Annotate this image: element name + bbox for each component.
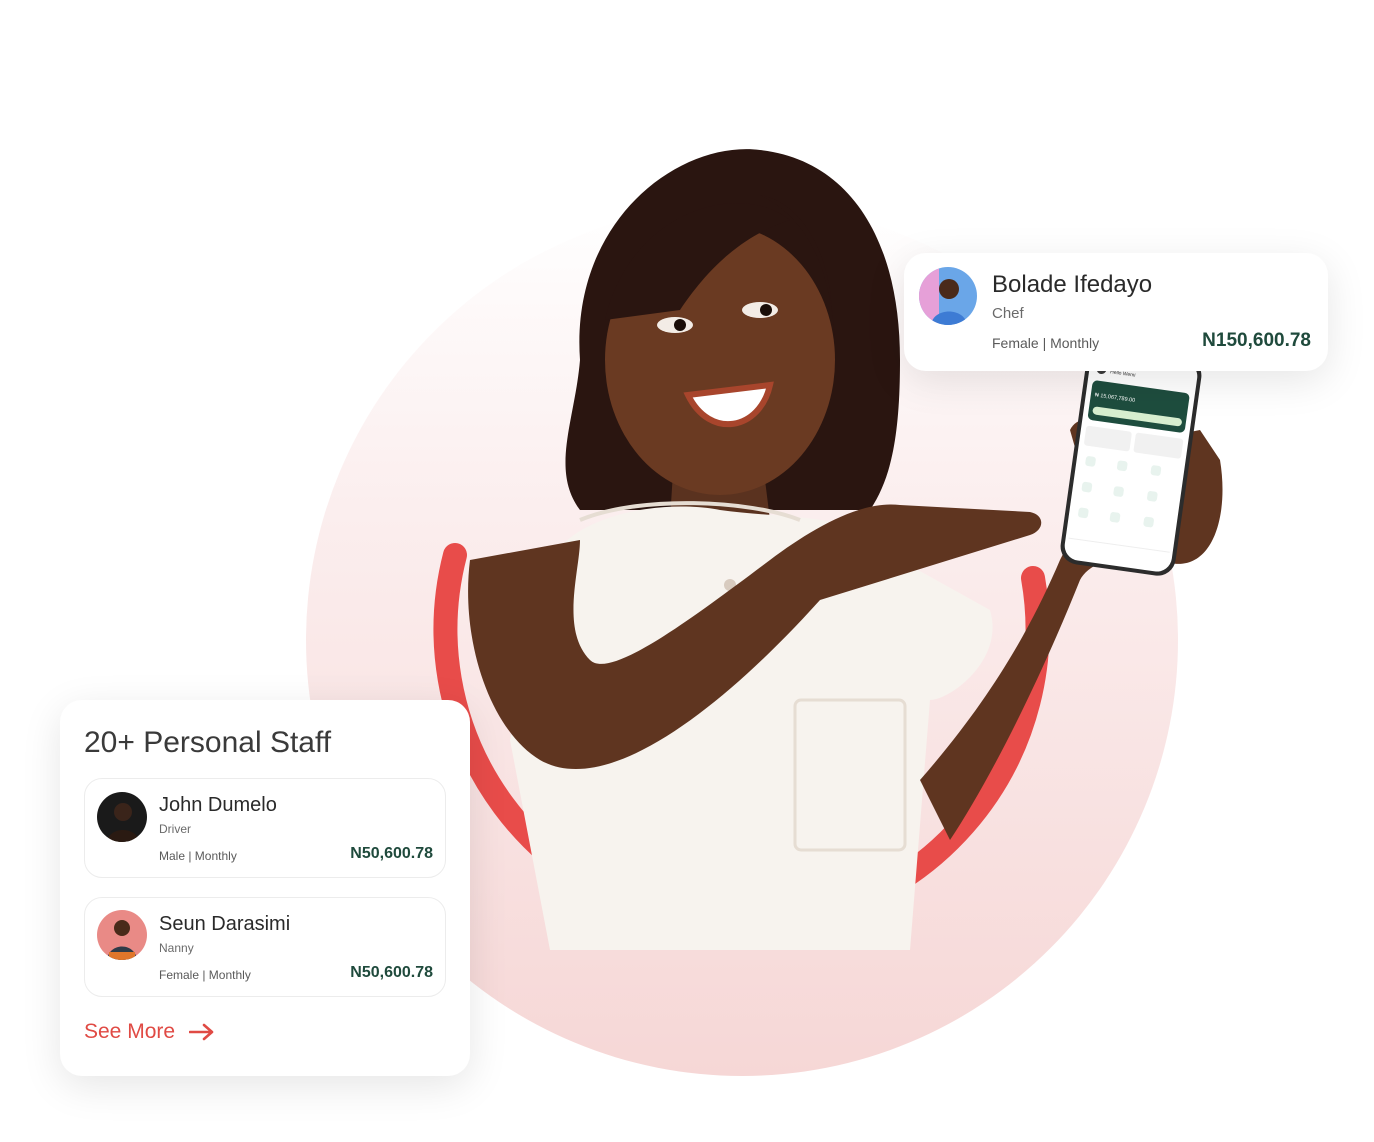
staff-list-card: 20+ Personal Staff John Dumelo Driver Ma… bbox=[60, 700, 470, 1076]
staff-name: John Dumelo bbox=[159, 794, 277, 816]
avatar bbox=[919, 267, 977, 325]
staff-list-title: 20+ Personal Staff bbox=[84, 726, 332, 759]
staff-amount: N150,600.78 bbox=[1202, 330, 1311, 351]
staff-meta: Male | Monthly bbox=[159, 849, 237, 863]
staff-meta: Female | Monthly bbox=[159, 968, 251, 982]
arrow-right-icon bbox=[189, 1023, 214, 1041]
staff-name: Bolade Ifedayo bbox=[992, 271, 1153, 298]
see-more-link[interactable]: See More bbox=[84, 1020, 215, 1044]
staff-role: Driver bbox=[159, 822, 191, 836]
staff-role: Nanny bbox=[159, 941, 194, 955]
staff-amount: N50,600.78 bbox=[350, 964, 433, 981]
list-item[interactable]: Seun Darasimi Nanny Female | Monthly N50… bbox=[84, 897, 446, 997]
staff-name: Seun Darasimi bbox=[159, 913, 291, 935]
staff-meta: Female | Monthly bbox=[992, 335, 1100, 351]
list-item[interactable]: John Dumelo Driver Male | Monthly N50,60… bbox=[84, 778, 446, 878]
featured-staff-card[interactable]: Bolade Ifedayo Chef Female | Monthly N15… bbox=[904, 253, 1328, 371]
see-more-label: See More bbox=[84, 1020, 176, 1043]
staff-role: Chef bbox=[992, 305, 1024, 322]
avatar bbox=[97, 792, 147, 842]
staff-amount: N50,600.78 bbox=[350, 845, 433, 862]
avatar bbox=[97, 910, 147, 960]
